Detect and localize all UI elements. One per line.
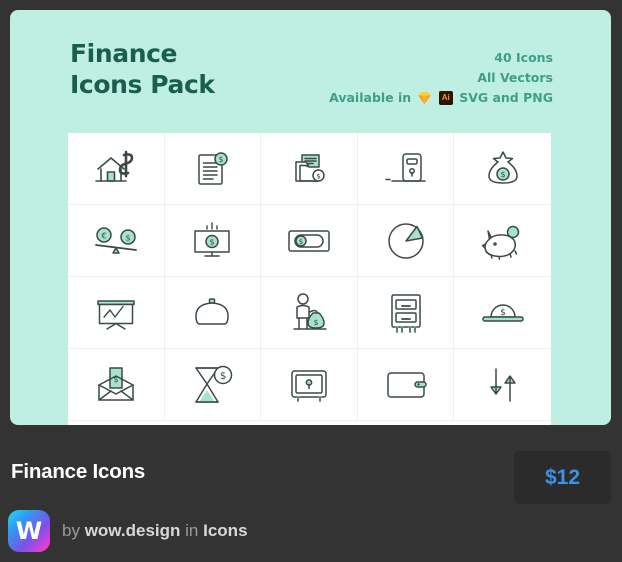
invoice-document-icon: $ (190, 147, 234, 191)
icon-cell-money-bag[interactable]: $ (454, 133, 551, 205)
preview-card[interactable]: Finance Icons Pack 40 Icons All Vectors … (10, 10, 611, 425)
icon-cell-person-money-bag[interactable]: $ (261, 277, 358, 349)
svg-text:$: $ (219, 155, 224, 164)
svg-text:$: $ (299, 238, 303, 246)
svg-text:€: € (101, 231, 106, 240)
envelope-money-icon: $ (91, 363, 141, 407)
icon-cell-envelope-money[interactable]: $ (68, 349, 165, 421)
coin-purse-icon (188, 295, 236, 331)
available-prefix-label: Available in (329, 90, 412, 105)
icon-cell-folder-payment[interactable]: $ (261, 133, 358, 205)
by-label: by (62, 521, 80, 540)
icon-cell-safe-box[interactable] (261, 349, 358, 421)
folder-payment-icon: $ (287, 148, 331, 190)
svg-text:$: $ (314, 318, 319, 327)
piggy-bank-icon (479, 221, 527, 261)
category-link[interactable]: Icons (203, 521, 247, 540)
price-label: $12 (544, 465, 581, 489)
pack-title-line-1: Finance (70, 39, 178, 68)
sketch-icon (417, 91, 432, 106)
atm-machine-icon (378, 148, 434, 190)
money-bag-icon: $ (481, 148, 525, 190)
card-header: Finance Icons Pack 40 Icons All Vectors … (10, 10, 611, 133)
product-preview-page: Finance Icons Pack 40 Icons All Vectors … (0, 0, 622, 562)
person-money-bag-icon: $ (286, 291, 332, 335)
icon-cell-hourglass-money[interactable]: $ (164, 349, 262, 421)
monitor-dollar-icon: $ (186, 219, 238, 263)
formats-label: SVG and PNG (459, 90, 553, 105)
banknote-icon: $ (283, 224, 335, 258)
price-badge[interactable]: $12 (514, 451, 611, 504)
wallet-icon (381, 367, 431, 403)
icon-cell-atm-machine[interactable] (357, 133, 455, 205)
icon-cell-piggy-bank[interactable] (454, 205, 551, 277)
pack-title: Finance Icons Pack (70, 38, 215, 100)
svg-text:$: $ (500, 170, 505, 179)
author-byline: by wow.design in Icons (62, 521, 248, 541)
pack-meta: 40 Icons All Vectors Available in Ai SVG… (329, 48, 553, 108)
svg-text:$: $ (220, 371, 226, 382)
icon-cell-house-dollar[interactable] (68, 133, 165, 205)
in-label: in (185, 521, 199, 540)
icon-grid[interactable]: $ $ $ € $ $ $ $ $ $ $ (68, 133, 551, 425)
icon-cell-wallet[interactable] (357, 349, 455, 421)
safe-box-icon (286, 364, 332, 406)
page-title: Finance Icons (11, 460, 146, 483)
author-logo-letter: W (15, 517, 43, 545)
all-vectors-label: All Vectors (477, 70, 553, 85)
icon-cell-invoice-document[interactable]: $ (164, 133, 262, 205)
icon-cell-pie-chart[interactable] (357, 205, 455, 277)
svg-text:$: $ (125, 233, 130, 242)
icon-count-label: 40 Icons (494, 50, 553, 65)
icon-cell-presentation-chart[interactable] (68, 277, 165, 349)
icon-cell-currency-balance-scale[interactable]: € $ (68, 205, 165, 277)
icon-cell-banknote[interactable]: $ (261, 205, 358, 277)
presentation-chart-icon (91, 293, 141, 333)
icon-cell-transfer-arrows[interactable] (454, 349, 551, 421)
filing-cabinet-icon (385, 290, 427, 336)
illustrator-badge-label: Ai (438, 91, 453, 105)
pie-chart-icon (384, 219, 428, 263)
avatar[interactable]: W (8, 510, 50, 552)
available-formats-row: Available in Ai SVG and PNG (329, 88, 553, 108)
author-name-link[interactable]: wow.design (85, 521, 181, 540)
transfer-arrows-icon (482, 363, 524, 407)
house-dollar-icon (90, 147, 142, 191)
pack-title-line-2: Icons Pack (70, 70, 215, 99)
coin-deposit-slot-icon: $ (477, 296, 529, 330)
svg-text:$: $ (316, 172, 320, 180)
hourglass-money-icon: $ (186, 362, 238, 408)
icon-cell-monitor-dollar[interactable]: $ (164, 205, 262, 277)
svg-text:$: $ (210, 237, 215, 246)
author-row[interactable]: W by wow.design in Icons (8, 510, 248, 552)
icon-cell-filing-cabinet[interactable] (357, 277, 455, 349)
illustrator-icon: Ai (438, 91, 453, 106)
icon-cell-coin-deposit-slot[interactable]: $ (454, 277, 551, 349)
product-info-bar: Finance Icons $12 W by wow.design in Ico… (0, 440, 622, 562)
icon-cell-coin-purse[interactable] (164, 277, 262, 349)
currency-balance-scale-icon: € $ (88, 221, 144, 261)
